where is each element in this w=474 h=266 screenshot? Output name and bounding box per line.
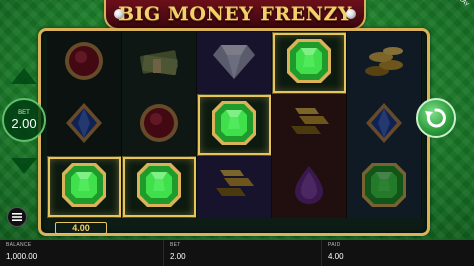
- bet-display: BET 2.00: [2, 98, 46, 142]
- bet-control: BET 2.00: [2, 66, 46, 176]
- bet-increase-button[interactable]: [11, 68, 37, 84]
- balance-stat: BALANCE 1,000.00: [0, 240, 164, 266]
- hamburger-icon: [12, 213, 22, 221]
- sapphire-icon: [364, 101, 404, 150]
- spin-button[interactable]: [416, 98, 456, 138]
- emerald-icon: [133, 159, 185, 216]
- ruby-icon: [61, 38, 107, 89]
- reel-cell: [47, 94, 122, 156]
- reel-cell: [347, 94, 422, 156]
- reel-cell: [272, 156, 347, 218]
- diamond-icon: [211, 41, 257, 86]
- spin-icon: [425, 108, 446, 128]
- sapphire-icon: [64, 101, 104, 150]
- bet-stat: BET 2.00: [164, 240, 322, 266]
- logo-gem-left: [114, 9, 124, 19]
- reel-cell: [47, 156, 122, 218]
- cash-icon: [137, 43, 181, 84]
- reel-cell: [197, 94, 272, 156]
- reel-cell: [197, 156, 272, 218]
- game-stage: BIG MONEY FRENZY DEMO PLAY: [0, 0, 474, 240]
- gold-coins-icon: [361, 41, 407, 86]
- emerald-icon: [358, 159, 410, 216]
- balance-value: 1,000.00: [6, 252, 38, 261]
- logo-gem-right: [346, 9, 356, 19]
- bet-decrease-button[interactable]: [11, 158, 37, 174]
- emerald-icon: [208, 97, 260, 154]
- emerald-icon: [58, 159, 110, 216]
- menu-button[interactable]: [7, 207, 27, 227]
- gold-bars-icon: [210, 166, 258, 209]
- game-title: BIG MONEY FRENZY: [118, 3, 352, 25]
- reel-cell: [272, 94, 347, 156]
- reel-cell: [197, 32, 272, 94]
- paid-value: 4.00: [328, 252, 344, 261]
- status-bar: BALANCE 1,000.00 BET 2.00 PAID 4.00: [0, 240, 474, 266]
- reel-cell: [122, 32, 197, 94]
- game-logo: BIG MONEY FRENZY: [104, 0, 366, 30]
- reel-cell: [347, 156, 422, 218]
- gold-bars-icon: [285, 104, 333, 147]
- amethyst-icon: [293, 164, 325, 211]
- paid-label: PAID: [328, 242, 341, 248]
- bet-value: 2.00: [170, 252, 186, 261]
- paid-stat: PAID 4.00: [322, 240, 474, 266]
- ruby-icon: [136, 100, 182, 151]
- reel-cell: [122, 94, 197, 156]
- bet-display-value: 2.00: [11, 115, 37, 131]
- emerald-icon: [283, 35, 335, 92]
- reel-cell: [347, 32, 422, 94]
- reel-cell: [47, 32, 122, 94]
- reel-cell: [122, 156, 197, 218]
- demo-play-label: DEMO PLAY: [441, 0, 470, 8]
- reel-cell: [272, 32, 347, 94]
- win-amount: 4.00: [55, 222, 107, 234]
- bet-label: BET: [170, 242, 181, 248]
- reel-grid: [47, 32, 422, 218]
- balance-label: BALANCE: [6, 242, 32, 248]
